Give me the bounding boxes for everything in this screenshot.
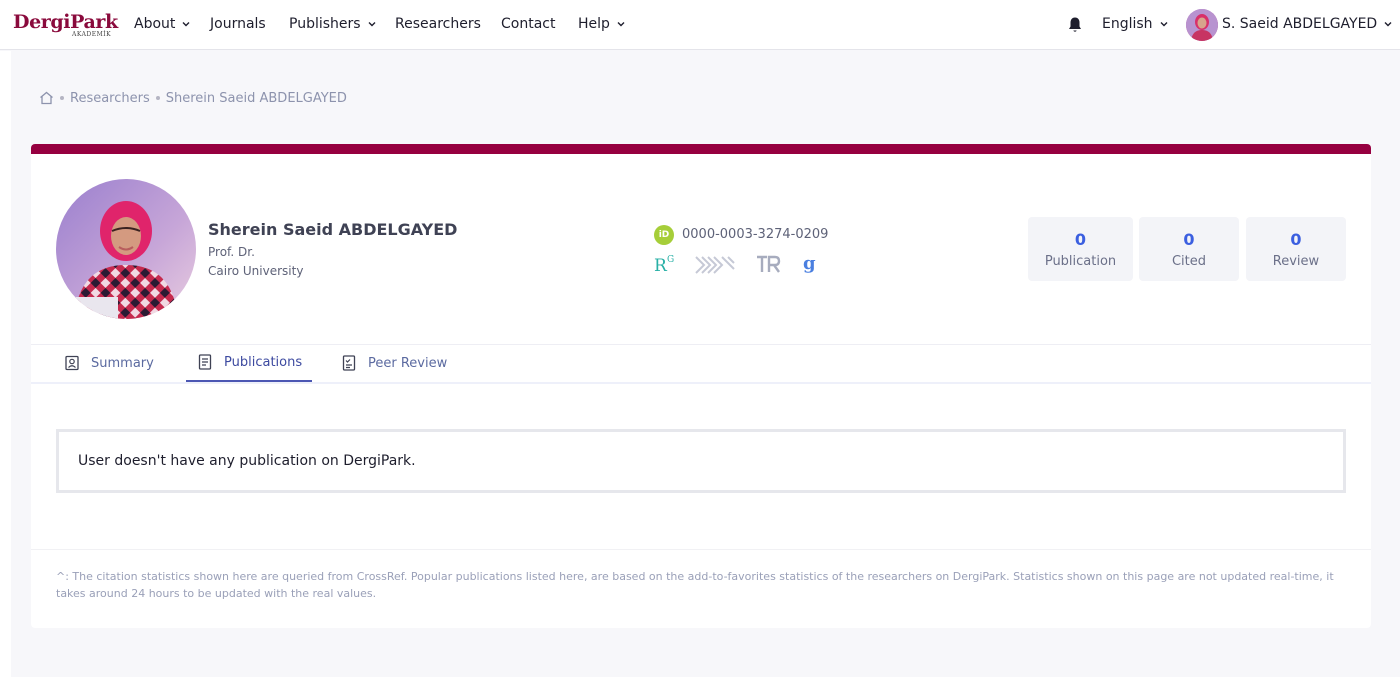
tab-peer-review[interactable]: Peer Review	[342, 344, 447, 382]
empty-publications-text: User doesn't have any publication on Der…	[78, 453, 416, 469]
breadcrumb-current: Sherein Saeid ABDELGAYED	[165, 90, 347, 106]
user-avatar-image	[1186, 9, 1218, 41]
language-selector[interactable]: English	[1102, 16, 1169, 32]
nav-about[interactable]: About	[134, 16, 191, 32]
bell-icon[interactable]	[1067, 16, 1083, 34]
chevron-down-icon	[182, 22, 190, 27]
stat-review-label: Review	[1272, 254, 1320, 269]
stat-review[interactable]: 0 Review	[1246, 217, 1346, 281]
orcid-icon[interactable]: iD	[654, 225, 674, 245]
nav-journals-label: Journals	[210, 16, 266, 32]
nav-help-label: Help	[578, 16, 610, 32]
nav-journals[interactable]: Journals	[210, 16, 266, 32]
google-scholar-icon[interactable]: g	[800, 253, 822, 275]
language-label: English	[1102, 16, 1153, 32]
yok-academic-icon[interactable]	[694, 253, 736, 275]
logo-subtext: AKADEMİK	[72, 31, 112, 38]
chevron-down-icon	[1160, 22, 1168, 27]
researchgate-icon[interactable]: R G	[654, 253, 678, 275]
stat-publication-label: Publication	[1044, 254, 1117, 269]
chevron-down-icon	[368, 22, 376, 27]
nav-about-label: About	[134, 16, 176, 32]
tab-publications-label: Publications	[224, 354, 303, 370]
profile-photo-image	[56, 179, 196, 319]
profile-accent-bar	[31, 144, 1371, 154]
dergipark-logo[interactable]: DergiPark AKADEMİK	[13, 11, 118, 41]
stat-publication[interactable]: 0 Publication	[1028, 217, 1133, 281]
user-name-label: S. Saeid ABDELGAYED	[1222, 16, 1378, 32]
chevron-down-icon	[617, 22, 625, 27]
stat-cited[interactable]: 0 Cited	[1139, 217, 1239, 281]
logo-text: DergiPark	[13, 11, 118, 33]
svg-text:R: R	[654, 256, 668, 275]
svg-text:G: G	[667, 255, 674, 265]
orcid-id[interactable]: 0000-0003-3274-0209	[682, 227, 828, 242]
tabs-bottom-border	[31, 382, 1371, 384]
profile-photo	[56, 179, 196, 319]
chevron-down-icon	[1384, 22, 1392, 27]
user-menu[interactable]: S. Saeid ABDELGAYED	[1222, 16, 1393, 32]
stat-publication-value: 0	[1074, 230, 1087, 249]
empty-publications-notice: User doesn't have any publication on Der…	[56, 429, 1346, 493]
review-document-icon	[342, 355, 356, 371]
tab-publications[interactable]: Publications	[186, 344, 312, 382]
researcher-title: Prof. Dr.	[208, 245, 255, 259]
stat-cited-value: 0	[1183, 230, 1195, 249]
nav-researchers-label: Researchers	[395, 16, 481, 32]
trdizin-icon[interactable]	[755, 253, 781, 275]
breadcrumb: Researchers Sherein Saeid ABDELGAYED	[39, 89, 347, 107]
profile-card: Sherein Saeid ABDELGAYED Prof. Dr. Cairo…	[31, 144, 1371, 628]
nav-researchers[interactable]: Researchers	[395, 16, 481, 32]
footnote-divider	[31, 549, 1371, 550]
nav-contact-label: Contact	[501, 16, 556, 32]
tab-summary[interactable]: Summary	[65, 344, 154, 382]
user-card-icon	[65, 355, 79, 371]
nav-contact[interactable]: Contact	[501, 16, 555, 32]
document-icon	[198, 354, 212, 370]
nav-help[interactable]: Help	[578, 16, 626, 32]
researcher-name: Sherein Saeid ABDELGAYED	[208, 220, 458, 239]
citation-footnote: ^: The citation statistics shown here ar…	[56, 570, 1334, 600]
svg-text:g: g	[803, 253, 816, 274]
stat-cited-label: Cited	[1171, 254, 1207, 269]
tab-peer-review-label: Peer Review	[368, 355, 448, 371]
breadcrumb-researchers[interactable]: Researchers	[70, 91, 150, 106]
user-avatar[interactable]	[1186, 9, 1218, 41]
breadcrumb-separator	[155, 96, 160, 100]
nav-publishers[interactable]: Publishers	[289, 16, 377, 32]
researcher-affiliation: Cairo University	[208, 264, 304, 278]
tab-summary-label: Summary	[91, 355, 154, 371]
home-icon[interactable]	[39, 91, 54, 105]
top-navbar: DergiPark AKADEMİK About Journals Publis…	[0, 0, 1400, 50]
nav-publishers-label: Publishers	[289, 16, 361, 32]
stat-review-value: 0	[1290, 230, 1302, 249]
breadcrumb-separator	[60, 96, 64, 100]
left-rail	[0, 51, 11, 677]
